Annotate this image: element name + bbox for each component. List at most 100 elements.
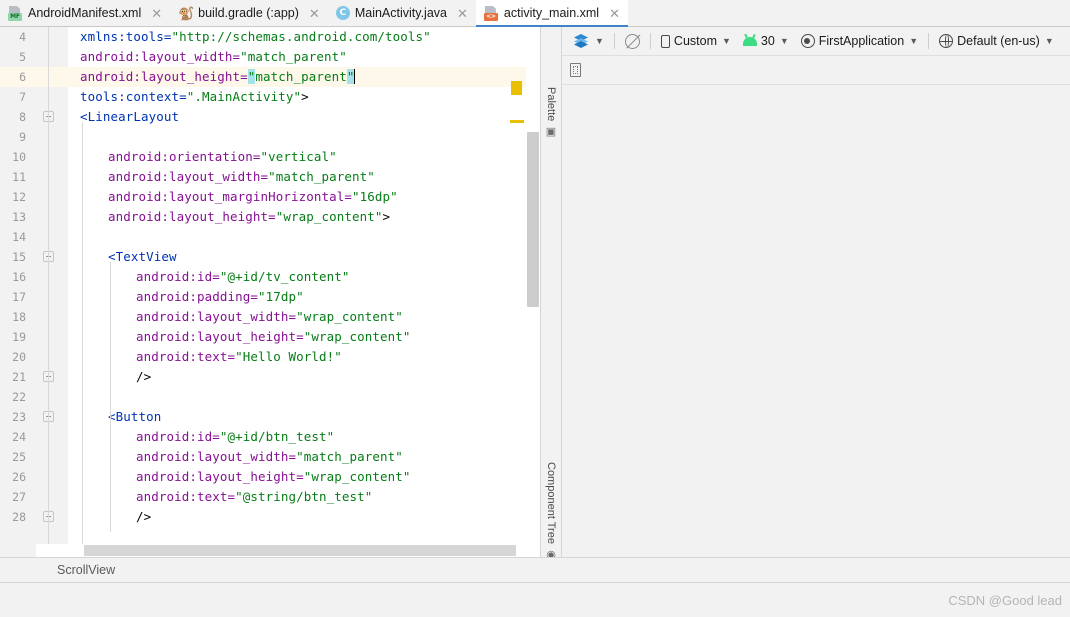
gradle-file-icon: 🐒 xyxy=(178,5,195,21)
code-line[interactable]: 13 android:layout_height="wrap_content"> xyxy=(0,207,540,227)
code-token: "wrap_content" xyxy=(275,209,383,224)
code-line[interactable]: 19 android:layout_height="wrap_content" xyxy=(0,327,540,347)
code-line[interactable]: 23 <Button xyxy=(0,407,540,427)
code-text: /> xyxy=(136,367,151,387)
code-line[interactable]: 15 <TextView xyxy=(0,247,540,267)
close-icon[interactable]: ✕ xyxy=(455,7,470,20)
code-line[interactable]: 6 android:layout_height="match_parent" xyxy=(0,67,540,87)
design-toolbar-secondary xyxy=(562,56,1070,85)
code-line[interactable]: 8 <LinearLayout xyxy=(0,107,540,127)
code-line[interactable]: 18 android:layout_width="wrap_content" xyxy=(0,307,540,327)
breadcrumb-item-scrollview[interactable]: ScrollView xyxy=(57,563,115,577)
locale-label: Default (en-us) xyxy=(957,34,1040,48)
code-line[interactable]: 22 xyxy=(0,387,540,407)
code-line[interactable]: 7 tools:context=".MainActivity"> xyxy=(0,87,540,107)
code-text: android:layout_width="match_parent" xyxy=(136,447,403,467)
editor-horizontal-scrollbar[interactable] xyxy=(36,544,526,557)
tool-tab-palette[interactable]: Palette ▣ xyxy=(545,87,558,138)
code-line[interactable]: 27 android:text="@string/btn_test" xyxy=(0,487,540,507)
locale-selector[interactable]: Default (en-us) ▼ xyxy=(933,32,1060,50)
code-token: "16dp" xyxy=(352,189,398,204)
tab-mainactivity-java[interactable]: C MainActivity.java ✕ xyxy=(327,0,476,26)
scrollbar-thumb[interactable] xyxy=(527,132,539,307)
indent-guide xyxy=(48,27,49,557)
code-token: "@string/btn_test" xyxy=(235,489,373,504)
close-icon[interactable]: ✕ xyxy=(307,7,322,20)
code-token: "match_parent" xyxy=(296,449,403,464)
code-token: /> xyxy=(136,509,152,524)
code-line[interactable]: 12 android:layout_marginHorizontal="16dp" xyxy=(0,187,540,207)
code-token: android:layout_width= xyxy=(80,49,241,64)
line-number: 15 xyxy=(12,250,26,264)
main-split: 4 xmlns:tools="http://schemas.android.com… xyxy=(0,27,1070,561)
blueprint-toggle-button[interactable] xyxy=(619,32,646,51)
code-line[interactable]: 14 xyxy=(0,227,540,247)
design-toolbar: ▼ Custom ▼ 30 ▼ FirstApplication ▼ Defau… xyxy=(562,27,1070,56)
code-token: android:layout_width= xyxy=(108,169,269,184)
code-line[interactable]: 16 android:id="@+id/tv_content" xyxy=(0,267,540,287)
code-token: android:padding= xyxy=(136,289,259,304)
line-number: 17 xyxy=(12,290,26,304)
design-surface[interactable]: ▼ Custom ▼ 30 ▼ FirstApplication ▼ Defau… xyxy=(562,27,1070,557)
tool-tab-component-tree[interactable]: Component Tree ◉ xyxy=(545,462,558,561)
code-token: "wrap_content" xyxy=(296,309,403,324)
code-line[interactable]: 20 android:text="Hello World!" xyxy=(0,347,540,367)
view-mode-button[interactable]: ▼ xyxy=(568,32,610,50)
text-caret xyxy=(353,69,355,84)
code-line[interactable]: 25 android:layout_width="match_parent" xyxy=(0,447,540,467)
indent-guide xyxy=(110,262,111,532)
code-token: "17dp" xyxy=(258,289,304,304)
code-token: "http://schemas.android.com/tools" xyxy=(171,29,431,44)
scrollbar-thumb[interactable] xyxy=(84,545,516,556)
code-text: android:layout_width="wrap_content" xyxy=(136,307,403,327)
code-text: android:layout_width="match_parent" xyxy=(108,167,375,187)
line-number: 10 xyxy=(12,150,26,164)
code-line[interactable]: 11 android:layout_width="match_parent" xyxy=(0,167,540,187)
code-token: <LinearLayout xyxy=(80,109,180,124)
line-number: 21 xyxy=(12,370,26,384)
code-line[interactable]: 4 xmlns:tools="http://schemas.android.com… xyxy=(0,27,540,47)
theme-selector[interactable]: FirstApplication ▼ xyxy=(795,32,924,50)
code-token: android:id= xyxy=(136,429,220,444)
editor-vertical-scrollbar[interactable] xyxy=(526,27,540,543)
code-line[interactable]: 21 /> xyxy=(0,367,540,387)
code-token: android:layout_height= xyxy=(136,329,304,344)
code-line[interactable]: 26 android:layout_height="wrap_content" xyxy=(0,467,540,487)
chevron-down-icon: ▼ xyxy=(1044,36,1054,46)
code-token: "wrap_content" xyxy=(303,469,411,484)
code-text: <LinearLayout xyxy=(80,107,179,127)
line-number: 23 xyxy=(12,410,26,424)
layers-icon xyxy=(574,34,590,48)
code-line[interactable]: 17 android:padding="17dp" xyxy=(0,287,540,307)
divider xyxy=(649,33,651,49)
code-editor[interactable]: 4 xmlns:tools="http://schemas.android.com… xyxy=(0,27,540,557)
close-icon[interactable]: ✕ xyxy=(149,7,164,20)
code-line[interactable]: 28 /> xyxy=(0,507,540,527)
tab-build-gradle[interactable]: 🐒 build.gradle (:app) ✕ xyxy=(170,0,328,26)
code-line[interactable]: 9 xyxy=(0,127,540,147)
line-number: 16 xyxy=(12,270,26,284)
code-token: android:layout_width= xyxy=(136,449,297,464)
layout-file-icon: <> xyxy=(483,5,499,21)
device-selector[interactable]: Custom ▼ xyxy=(655,32,737,50)
tool-tab-label: Palette xyxy=(545,87,557,122)
code-token: "@+id/btn_test" xyxy=(219,429,335,444)
line-number: 26 xyxy=(12,470,26,484)
close-icon[interactable]: ✕ xyxy=(607,7,622,20)
tab-label: AndroidManifest.xml xyxy=(28,6,142,20)
line-number: 14 xyxy=(12,230,26,244)
code-text: android:layout_height="match_parent" xyxy=(80,67,355,87)
warning-marker[interactable] xyxy=(511,81,522,95)
watermark-text: CSDN @Good lead xyxy=(948,592,1062,608)
tab-activity-main-xml[interactable]: <> activity_main.xml ✕ xyxy=(475,0,629,27)
line-number: 4 xyxy=(19,30,26,44)
code-text: android:text="Hello World!" xyxy=(136,347,342,367)
code-line[interactable]: 10 android:orientation="vertical" xyxy=(0,147,540,167)
device-screen-icon[interactable] xyxy=(570,63,581,77)
api-level-selector[interactable]: 30 ▼ xyxy=(737,32,795,50)
code-line[interactable]: 5 android:layout_width="match_parent" xyxy=(0,47,540,67)
tab-androidmanifest-xml[interactable]: MF AndroidManifest.xml ✕ xyxy=(0,0,171,26)
code-text: android:id="@+id/btn_test" xyxy=(136,427,334,447)
code-line[interactable]: 24 android:id="@+id/btn_test" xyxy=(0,427,540,447)
status-bar: CSDN @Good lead xyxy=(0,583,1070,617)
